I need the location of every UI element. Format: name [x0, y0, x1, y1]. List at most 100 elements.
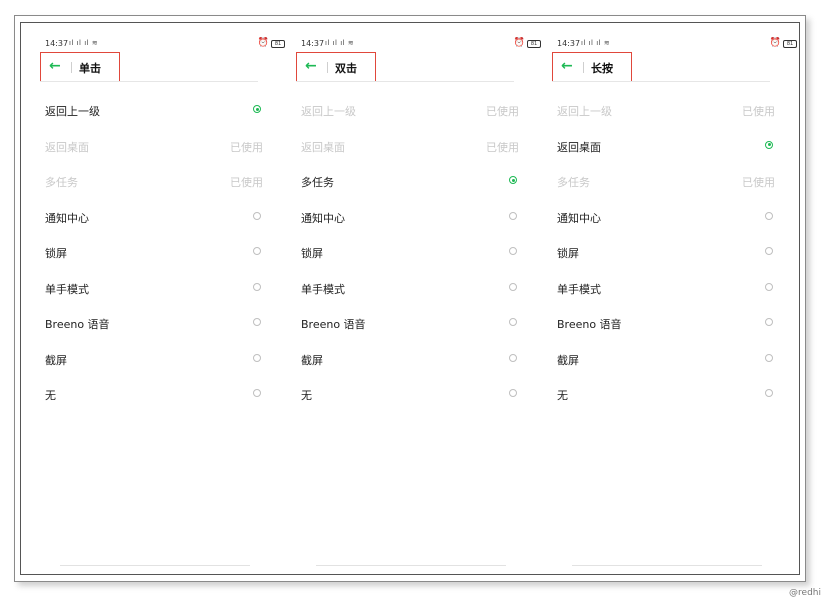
- radio-icon[interactable]: [509, 318, 517, 326]
- list-item: 返回桌面 已使用: [45, 136, 263, 156]
- list-item-label: 锁屏: [301, 247, 323, 260]
- radio-icon[interactable]: [509, 353, 517, 362]
- list-item-label: 单手模式: [557, 282, 601, 296]
- radio-icon[interactable]: [765, 353, 773, 362]
- radio-icon[interactable]: [509, 247, 517, 255]
- gesture-bar: [316, 565, 506, 566]
- header-separator: [71, 62, 72, 73]
- list-item[interactable]: 单手模式: [557, 278, 775, 298]
- list-item-label: 返回桌面: [45, 140, 89, 154]
- list-item[interactable]: 返回上一级: [45, 100, 263, 120]
- radio-icon[interactable]: [509, 282, 517, 291]
- list-item[interactable]: Breeno 语音: [557, 313, 775, 333]
- list-item[interactable]: 单手模式: [45, 278, 263, 298]
- signal-icon: ıl ıl ıl ≋: [581, 39, 611, 47]
- list-item[interactable]: 锁屏: [301, 242, 519, 262]
- list-item-label: 通知中心: [301, 211, 345, 225]
- panel-long-press: 14:37 ıl ıl ıl ≋ ⏰ 81 ← 长按 返回上一级 已使用 返回桌面 多任务 已使用通…: [552, 24, 802, 572]
- list-item[interactable]: 返回桌面: [557, 136, 775, 156]
- list-item: 返回上一级 已使用: [301, 100, 519, 120]
- radio-icon[interactable]: [253, 211, 261, 220]
- signal-icon: ıl ıl ıl ≋: [325, 39, 355, 47]
- radio-icon[interactable]: [765, 282, 773, 291]
- gesture-bar: [60, 565, 250, 566]
- battery-icon: 81: [271, 40, 285, 48]
- alarm-icon: ⏰: [769, 38, 781, 48]
- list-item[interactable]: 通知中心: [45, 207, 263, 227]
- list-item[interactable]: 锁屏: [45, 242, 263, 262]
- radio-icon[interactable]: [253, 247, 261, 255]
- signal-icon: ıl ıl ıl ≋: [69, 39, 99, 47]
- header-divider: [296, 81, 514, 82]
- status-bar: 14:37 ıl ıl ıl ≋ ⏰ 81: [557, 38, 797, 52]
- radio-icon[interactable]: [253, 282, 261, 291]
- battery-icon: 81: [783, 40, 797, 48]
- status-time: 14:37: [45, 39, 69, 48]
- list-item-label: 返回上一级: [45, 105, 100, 118]
- list-item[interactable]: 无: [301, 384, 519, 404]
- list-item-label: 锁屏: [45, 247, 67, 260]
- radio-icon[interactable]: [509, 389, 517, 397]
- list-item[interactable]: 单手模式: [301, 278, 519, 298]
- list-item-label: 锁屏: [557, 247, 579, 260]
- page-title: 双击: [335, 62, 357, 75]
- list-item-label: 单手模式: [301, 282, 345, 296]
- list-item-label: 多任务: [557, 176, 590, 189]
- list-item-label: 截屏: [301, 353, 323, 367]
- list-item[interactable]: 无: [45, 384, 263, 404]
- radio-icon[interactable]: [765, 140, 773, 149]
- list-item-label: 通知中心: [557, 211, 601, 225]
- list-item-label: Breeno 语音: [301, 318, 366, 331]
- used-status: 已使用: [486, 105, 519, 118]
- header-separator: [327, 62, 328, 73]
- radio-icon[interactable]: [253, 105, 261, 113]
- list-item-label: 截屏: [45, 353, 67, 367]
- list-item[interactable]: 截屏: [301, 349, 519, 369]
- list-item[interactable]: Breeno 语音: [45, 313, 263, 333]
- list-item-label: Breeno 语音: [557, 318, 622, 331]
- list-item: 返回桌面 已使用: [301, 136, 519, 156]
- back-arrow-icon[interactable]: ←: [561, 58, 573, 74]
- list-item: 多任务 已使用: [45, 171, 263, 191]
- list-item-label: 多任务: [301, 176, 334, 189]
- list-item[interactable]: 截屏: [557, 349, 775, 369]
- battery-icon: 81: [527, 40, 541, 48]
- radio-icon[interactable]: [765, 247, 773, 255]
- radio-icon[interactable]: [253, 318, 261, 326]
- back-arrow-icon[interactable]: ←: [305, 58, 317, 74]
- radio-icon[interactable]: [253, 353, 261, 362]
- radio-icon[interactable]: [765, 318, 773, 326]
- used-status: 已使用: [230, 176, 263, 189]
- status-bar: 14:37 ıl ıl ıl ≋ ⏰ 81: [301, 38, 541, 52]
- list-item-label: 无: [557, 389, 568, 402]
- list-item[interactable]: 锁屏: [557, 242, 775, 262]
- page-title: 长按: [591, 62, 613, 75]
- list-item-label: 多任务: [45, 176, 78, 189]
- header-highlight: ← 单击: [40, 52, 120, 82]
- radio-icon[interactable]: [509, 176, 517, 184]
- radio-icon[interactable]: [765, 389, 773, 397]
- list-item-label: 返回桌面: [301, 140, 345, 154]
- list-item[interactable]: 多任务: [301, 171, 519, 191]
- status-bar: 14:37 ıl ıl ıl ≋ ⏰ 81: [45, 38, 285, 52]
- status-time: 14:37: [557, 39, 581, 48]
- list-item-label: Breeno 语音: [45, 318, 110, 331]
- list-item[interactable]: 通知中心: [301, 207, 519, 227]
- back-arrow-icon[interactable]: ←: [49, 58, 61, 74]
- panel-double-tap: 14:37 ıl ıl ıl ≋ ⏰ 81 ← 双击 返回上一级 已使用 返回桌面 已使用 多任务通…: [296, 24, 546, 572]
- list-item-label: 返回上一级: [301, 105, 356, 118]
- status-time: 14:37: [301, 39, 325, 48]
- list-item: 多任务 已使用: [557, 171, 775, 191]
- header-highlight: ← 长按: [552, 52, 632, 82]
- radio-icon[interactable]: [765, 211, 773, 220]
- radio-icon[interactable]: [253, 389, 261, 397]
- gesture-bar: [572, 565, 762, 566]
- header-separator: [583, 62, 584, 73]
- list-item[interactable]: 通知中心: [557, 207, 775, 227]
- radio-icon[interactable]: [509, 211, 517, 220]
- list-item[interactable]: 截屏: [45, 349, 263, 369]
- list-item-label: 无: [45, 389, 56, 402]
- list-item[interactable]: 无: [557, 384, 775, 404]
- list-item[interactable]: Breeno 语音: [301, 313, 519, 333]
- used-status: 已使用: [486, 140, 519, 154]
